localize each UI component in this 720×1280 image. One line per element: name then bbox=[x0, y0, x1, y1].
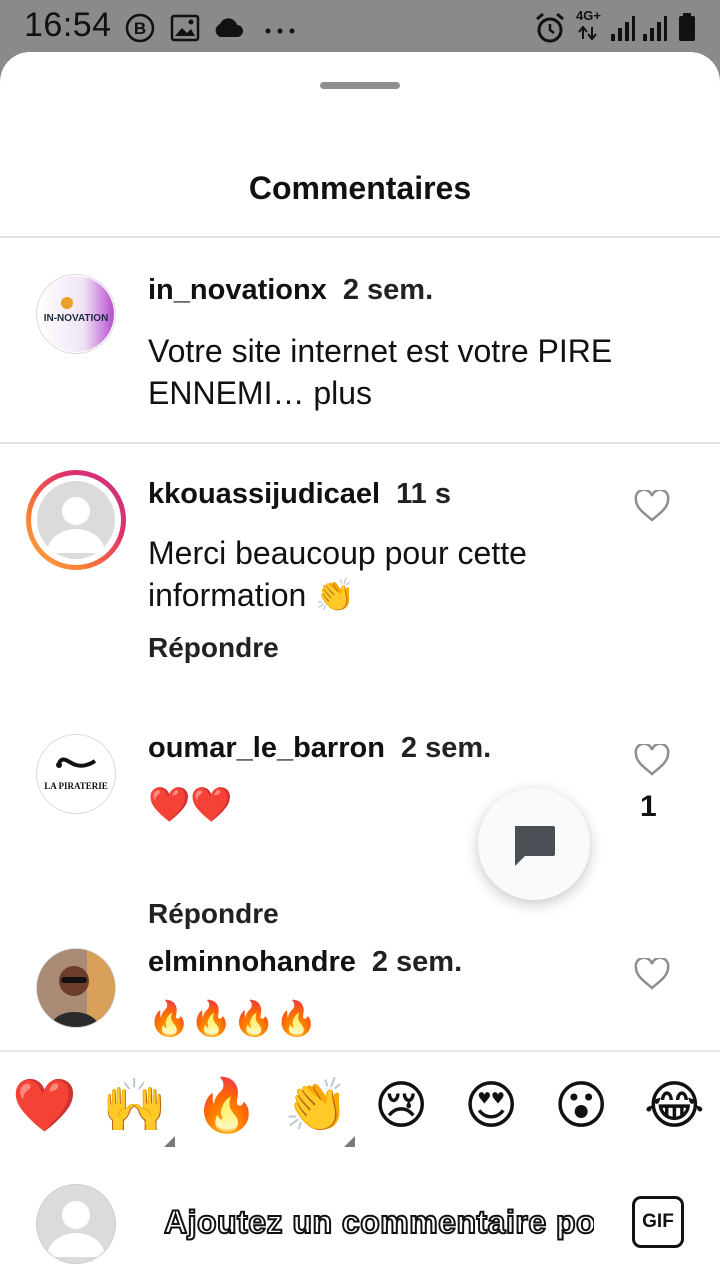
emoji-fire-button[interactable]: 🔥 bbox=[194, 1074, 259, 1138]
comment-username[interactable]: elminnohandre 2 sem. bbox=[148, 946, 462, 979]
user-photo-icon bbox=[37, 949, 115, 1027]
more-dots-icon bbox=[264, 22, 296, 40]
alarm-icon bbox=[534, 12, 566, 49]
status-time: 16:54 bbox=[24, 6, 112, 44]
comment-text: Merci beaucoup pour cette information 👏 bbox=[148, 535, 527, 613]
own-avatar bbox=[36, 1184, 116, 1264]
like-heart-icon[interactable] bbox=[634, 958, 670, 990]
message-fab-button[interactable] bbox=[478, 788, 590, 900]
username-label[interactable]: oumar_le_barron bbox=[148, 732, 385, 764]
comment-username[interactable]: kkouassijudicael 11 s bbox=[148, 478, 451, 511]
emoji-clap-button[interactable]: 👏 bbox=[284, 1074, 349, 1138]
signal-icon bbox=[642, 14, 668, 47]
comment-username[interactable]: oumar_le_barron 2 sem. bbox=[148, 732, 491, 765]
battery-icon bbox=[678, 12, 696, 47]
cloud-icon bbox=[212, 16, 244, 43]
quick-emoji-bar: ❤️ 🙌 🔥 👏 😢 😍 😮 😂 bbox=[0, 1050, 720, 1166]
network-type: 4G+ bbox=[576, 8, 601, 23]
comment-input-bar: Ajoutez un commentaire po GIF bbox=[0, 1164, 720, 1280]
signal-icon bbox=[610, 14, 636, 47]
emoji-crying-button[interactable]: 😢 bbox=[374, 1074, 428, 1138]
avatar[interactable]: LA PIRATERIE bbox=[36, 734, 116, 814]
skin-tone-indicator bbox=[344, 1136, 355, 1147]
like-heart-icon[interactable] bbox=[634, 744, 670, 776]
comment-input[interactable]: Ajoutez un commentaire po bbox=[164, 1204, 594, 1248]
chat-bubble-icon bbox=[515, 826, 555, 866]
comment-row: kkouassijudicael 11 s Merci beaucoup pour… bbox=[0, 444, 720, 698]
data-arrows-icon bbox=[578, 25, 598, 45]
sheet-title: Commentaires bbox=[248, 170, 472, 206]
caption-text[interactable]: Votre site internet est votre PIRE ENNEM… bbox=[148, 330, 628, 414]
comment-time: 2 sem. bbox=[400, 732, 492, 764]
comment-text: 🔥🔥🔥🔥 bbox=[148, 1000, 318, 1038]
story-ring[interactable] bbox=[26, 470, 126, 570]
b-badge-icon: B bbox=[124, 12, 156, 49]
avatar[interactable]: IN-NOVATION bbox=[36, 274, 116, 354]
emoji-raised-hands-button[interactable]: 🙌 bbox=[102, 1074, 167, 1138]
caption-username[interactable]: in_novationx 2 sem. bbox=[148, 274, 433, 307]
username-label[interactable]: elminnohandre bbox=[148, 946, 356, 978]
emoji-heart-button[interactable]: ❤️ bbox=[12, 1074, 77, 1138]
skin-tone-indicator bbox=[164, 1136, 175, 1147]
avatar bbox=[37, 481, 115, 559]
emoji-surprised-button[interactable]: 😮 bbox=[554, 1074, 608, 1138]
status-bar: 16:54 B 4G+ bbox=[0, 0, 720, 56]
gif-button[interactable]: GIF bbox=[632, 1196, 684, 1248]
emoji-laughing-button[interactable]: 😂 bbox=[644, 1074, 705, 1138]
username-label[interactable]: kkouassijudicael bbox=[148, 478, 380, 510]
comment-time: 2 sem. bbox=[371, 946, 463, 978]
svg-text:B: B bbox=[134, 19, 146, 38]
like-heart-icon[interactable] bbox=[634, 490, 670, 522]
avatar-text: LA PIRATERIE bbox=[44, 781, 108, 791]
comment-time: 11 s bbox=[396, 478, 451, 510]
avatar-text: IN-NOVATION bbox=[44, 313, 109, 324]
username-label[interactable]: in_novationx bbox=[148, 274, 327, 306]
reply-button[interactable]: Répondre bbox=[148, 632, 279, 664]
image-icon bbox=[170, 14, 200, 47]
in-novation-logo-icon: IN-NOVATION bbox=[38, 276, 114, 352]
avatar[interactable] bbox=[36, 948, 116, 1028]
default-avatar-icon bbox=[47, 1201, 105, 1257]
la-piraterie-logo-icon: LA PIRATERIE bbox=[38, 736, 114, 812]
like-count[interactable]: 1 bbox=[640, 790, 657, 824]
default-avatar-icon bbox=[47, 497, 105, 553]
comments-sheet: Commentaires IN-NOVATION in_novationx 2 s… bbox=[0, 52, 720, 1280]
drag-handle[interactable] bbox=[320, 82, 400, 89]
comment-row: elminnohandre 2 sem. 🔥🔥🔥🔥 bbox=[0, 912, 720, 1052]
comment-row: LA PIRATERIE oumar_le_barron 2 sem. ❤️❤️ … bbox=[0, 698, 720, 929]
emoji-heart-eyes-button[interactable]: 😍 bbox=[464, 1074, 518, 1138]
caption-row: IN-NOVATION in_novationx 2 sem. Votre sit… bbox=[0, 238, 720, 442]
comment-time: 2 sem. bbox=[342, 274, 434, 306]
